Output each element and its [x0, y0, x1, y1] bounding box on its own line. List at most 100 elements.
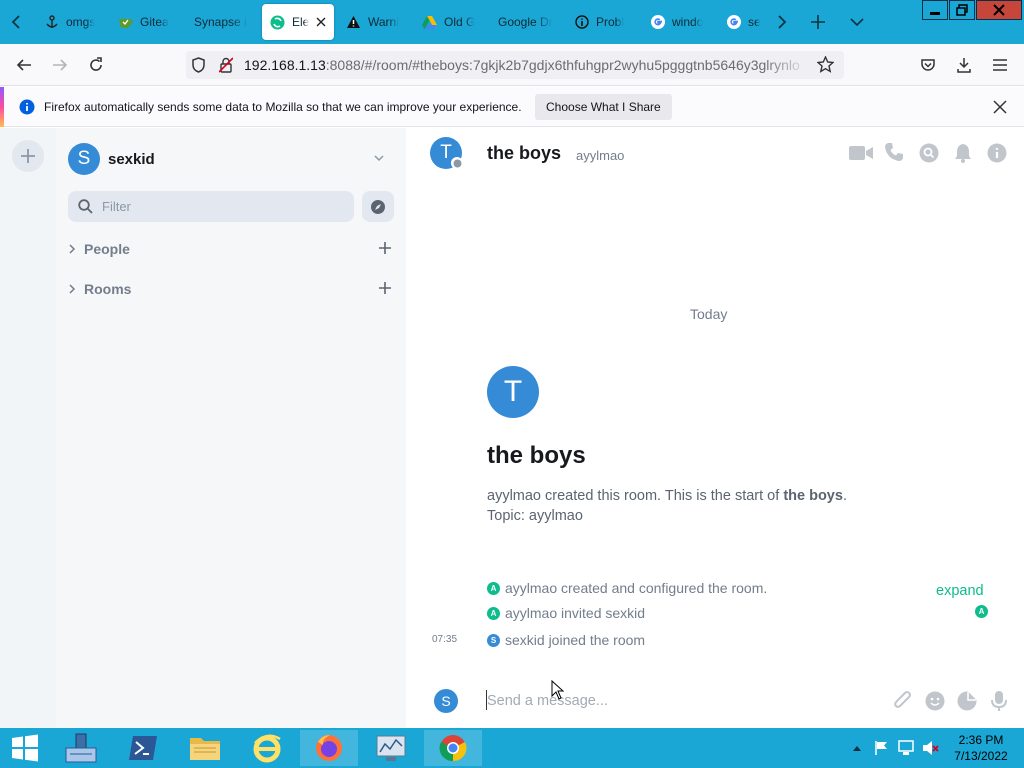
- chevron-right-icon: [69, 244, 76, 254]
- user-menu-chevron-icon[interactable]: [374, 155, 384, 162]
- close-window-button[interactable]: [976, 0, 1022, 20]
- create-space-button[interactable]: [12, 140, 44, 172]
- tab-8[interactable]: Probl: [566, 4, 638, 40]
- read-receipt-avatar[interactable]: A: [975, 605, 988, 618]
- tab-5[interactable]: Warni: [338, 4, 408, 40]
- sender-avatar[interactable]: S: [487, 633, 500, 647]
- navigation-toolbar: 192.168.1.13:8088/#/room/#theboys:7gkjk2…: [0, 44, 1024, 86]
- room-info-icon[interactable]: [987, 143, 1007, 163]
- voice-call-icon[interactable]: [884, 142, 904, 162]
- pocket-button[interactable]: [914, 51, 942, 79]
- action-center-flag-icon[interactable]: [874, 740, 890, 756]
- minimize-button[interactable]: [922, 0, 948, 20]
- list-all-tabs-button[interactable]: [843, 8, 871, 36]
- filter-placeholder: Filter: [102, 199, 131, 214]
- new-tab-button[interactable]: [804, 8, 832, 36]
- sender-avatar[interactable]: A: [487, 606, 500, 620]
- url-bar[interactable]: 192.168.1.13:8088/#/room/#theboys:7gkjk2…: [186, 51, 844, 79]
- restore-button[interactable]: [949, 0, 975, 20]
- sender-avatar[interactable]: A: [487, 581, 500, 595]
- taskbar-resource-monitor[interactable]: [362, 730, 420, 766]
- expand-events-link[interactable]: expand: [936, 583, 984, 599]
- notification-message: Firefox automatically sends some data to…: [44, 100, 522, 114]
- forward-button[interactable]: [46, 51, 74, 79]
- chevron-right-icon: [69, 284, 76, 294]
- room-list-panel: S sexkid Filter People Rooms: [56, 128, 406, 728]
- explore-rooms-button[interactable]: [362, 191, 394, 222]
- voice-message-microphone-icon[interactable]: [991, 690, 1007, 712]
- add-room-plus-icon[interactable]: [379, 282, 391, 294]
- tab-9[interactable]: windo: [642, 4, 714, 40]
- monitor-chart-icon: [376, 735, 406, 761]
- sticker-icon[interactable]: [957, 691, 977, 711]
- date-separator: Today: [690, 306, 728, 322]
- space-panel: [0, 128, 56, 728]
- room-search-icon[interactable]: [919, 143, 939, 163]
- tab-7[interactable]: Google Dr: [490, 4, 562, 40]
- download-icon: [957, 58, 971, 73]
- taskbar-powershell[interactable]: [114, 730, 172, 766]
- tab-10[interactable]: serv: [718, 4, 768, 40]
- tab-title: Warni: [368, 15, 399, 29]
- hamburger-menu-icon: [993, 59, 1007, 71]
- add-people-plus-icon[interactable]: [379, 242, 391, 254]
- taskbar-firefox[interactable]: [300, 730, 358, 766]
- message-composer-input[interactable]: Send a message...: [487, 693, 608, 709]
- notifications-bell-icon[interactable]: [953, 143, 973, 163]
- taskbar-file-explorer[interactable]: [176, 730, 234, 766]
- tab-1[interactable]: omgs: [36, 4, 106, 40]
- google-drive-icon: [422, 15, 437, 30]
- emoji-icon[interactable]: [925, 691, 945, 711]
- close-tab-icon[interactable]: [316, 17, 326, 27]
- user-name[interactable]: sexkid: [108, 151, 155, 168]
- downloads-button[interactable]: [950, 51, 978, 79]
- tracking-protection-shield-icon[interactable]: [191, 57, 206, 73]
- tab-title: Old G: [444, 15, 476, 29]
- tab-scroll-right-button[interactable]: [768, 8, 796, 36]
- filter-input[interactable]: Filter: [68, 191, 354, 222]
- show-hidden-icons-icon[interactable]: [852, 744, 862, 752]
- room-intro-avatar[interactable]: T: [487, 366, 539, 418]
- room-view: T the boys ayylmao Today T the boys ayyl…: [406, 128, 1024, 728]
- video-call-icon[interactable]: [848, 144, 874, 162]
- event-text: ayylmao created and configured the room.: [505, 580, 768, 596]
- choose-what-i-share-button[interactable]: Choose What I Share: [535, 94, 672, 120]
- tab-scroll-left-button[interactable]: [2, 8, 30, 36]
- app-menu-button[interactable]: [986, 51, 1014, 79]
- tab-title: Ele: [292, 15, 309, 29]
- clock[interactable]: 2:36 PM 7/13/2022: [946, 732, 1016, 764]
- timeline-event: A ayylmao created and configured the roo…: [487, 580, 767, 596]
- insecure-lock-icon[interactable]: [219, 57, 233, 73]
- bookmark-star-icon[interactable]: [817, 56, 834, 73]
- url-text[interactable]: 192.168.1.13:8088/#/room/#theboys:7gkjk2…: [244, 57, 809, 73]
- back-button[interactable]: [10, 51, 38, 79]
- volume-muted-icon[interactable]: [922, 740, 940, 756]
- composer-user-avatar[interactable]: S: [434, 689, 458, 713]
- network-icon[interactable]: [898, 740, 916, 756]
- section-rooms[interactable]: Rooms: [68, 277, 131, 301]
- room-creator[interactable]: ayylmao: [487, 488, 541, 504]
- room-intro-name: the boys: [487, 442, 586, 469]
- room-topic[interactable]: ayylmao: [576, 148, 624, 163]
- room-name[interactable]: the boys: [487, 143, 561, 164]
- attachment-paperclip-icon[interactable]: [893, 690, 913, 712]
- plus-icon: [811, 15, 825, 29]
- taskbar-server-manager[interactable]: [52, 730, 110, 766]
- tab-6[interactable]: Old G: [414, 4, 484, 40]
- windows-taskbar: 2:36 PM 7/13/2022: [0, 728, 1024, 768]
- taskbar-internet-explorer[interactable]: [238, 730, 296, 766]
- tab-3[interactable]: Synapse is: [186, 4, 256, 40]
- user-avatar[interactable]: S: [68, 143, 100, 175]
- taskbar-chrome[interactable]: [424, 730, 482, 766]
- tab-title: Google Dr: [498, 15, 553, 29]
- tab-2[interactable]: Gitea: [110, 4, 180, 40]
- chrome-icon: [439, 735, 467, 762]
- close-notification-icon[interactable]: [993, 100, 1007, 114]
- event-timestamp: 07:35: [432, 634, 458, 645]
- pocket-icon: [921, 59, 935, 71]
- tab-title: serv: [748, 15, 760, 29]
- section-people[interactable]: People: [68, 237, 130, 261]
- start-button[interactable]: [0, 730, 50, 766]
- reload-button[interactable]: [82, 51, 110, 79]
- tab-4-active[interactable]: Ele: [262, 4, 334, 40]
